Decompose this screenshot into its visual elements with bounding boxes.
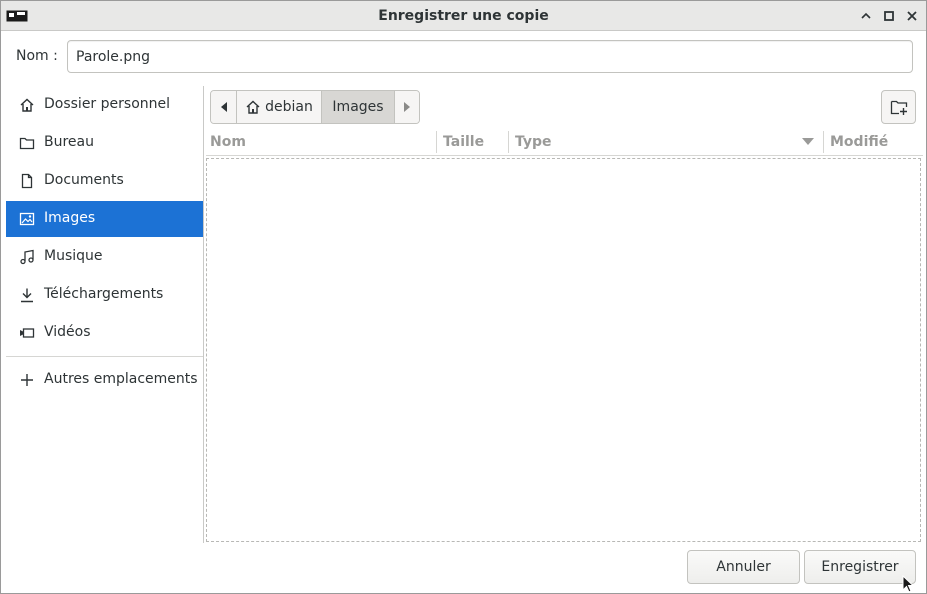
create-folder-button[interactable]: [881, 90, 916, 124]
sidebar-item-documents[interactable]: Documents: [6, 163, 203, 199]
title-bar[interactable]: Enregistrer une copie: [1, 1, 926, 31]
sidebar-divider: [6, 356, 203, 357]
sidebar-item-downloads[interactable]: Téléchargements: [6, 277, 203, 313]
sidebar-item-label: Téléchargements: [44, 286, 164, 302]
plus-icon: [21, 374, 33, 386]
sidebar-item-label: Dossier personnel: [44, 96, 171, 112]
column-header-size[interactable]: Taille: [443, 129, 484, 155]
path-segment-images[interactable]: Images: [322, 91, 395, 123]
path-segment-label: Images: [332, 99, 384, 115]
sidebar-item-other-locations[interactable]: Autres emplacements: [6, 362, 203, 398]
path-forward-button[interactable]: [395, 91, 419, 123]
column-header-type[interactable]: Type: [515, 129, 552, 155]
sidebar-item-label: Vidéos: [44, 324, 91, 340]
column-header-name[interactable]: Nom: [210, 129, 246, 155]
video-icon: [20, 328, 35, 338]
filename-input[interactable]: [67, 40, 913, 73]
places-sidebar: Dossier personnel Bureau Documents Image…: [6, 86, 203, 543]
file-list[interactable]: [206, 158, 921, 542]
folder-icon: [19, 137, 35, 150]
save-button[interactable]: Enregistrer: [804, 550, 916, 584]
sort-descending-icon[interactable]: [802, 138, 814, 146]
mouse-cursor-icon: [902, 575, 914, 593]
sidebar-item-label: Autres emplacements: [44, 371, 198, 387]
close-icon[interactable]: [904, 8, 920, 24]
chevron-left-icon: [220, 102, 227, 112]
sidebar-item-home[interactable]: Dossier personnel: [6, 87, 203, 123]
sidebar-item-music[interactable]: Musique: [6, 239, 203, 275]
name-label: Nom :: [16, 48, 58, 64]
maximize-icon[interactable]: [881, 8, 897, 24]
path-back-button[interactable]: [211, 91, 237, 123]
path-segment-home[interactable]: debian: [237, 91, 322, 123]
download-icon: [21, 288, 33, 303]
window-title: Enregistrer une copie: [378, 8, 549, 24]
save-dialog-window: Enregistrer une copie Nom : Dossier pers…: [0, 0, 927, 594]
chevron-right-icon: [404, 102, 410, 112]
path-bar: debian Images: [210, 90, 420, 124]
minimize-icon[interactable]: [858, 8, 874, 24]
sidebar-item-images[interactable]: Images: [6, 201, 203, 237]
column-separator[interactable]: [508, 131, 509, 153]
path-segment-label: debian: [265, 99, 313, 115]
folder-new-icon: [890, 100, 907, 115]
home-icon: [246, 100, 260, 114]
music-icon: [20, 249, 34, 265]
header-divider: [206, 155, 923, 156]
column-separator[interactable]: [436, 131, 437, 153]
sidebar-item-label: Documents: [44, 172, 124, 188]
sidebar-item-label: Bureau: [44, 134, 94, 150]
image-icon: [19, 212, 35, 226]
document-icon: [21, 173, 33, 189]
home-icon: [20, 98, 34, 112]
sidebar-item-label: Images: [44, 210, 96, 226]
cancel-button[interactable]: Annuler: [687, 550, 800, 584]
sidebar-border: [203, 86, 204, 543]
sidebar-item-label: Musique: [44, 248, 103, 264]
sidebar-item-videos[interactable]: Vidéos: [6, 315, 203, 351]
column-header-modified[interactable]: Modifié: [830, 129, 888, 155]
sidebar-item-desktop[interactable]: Bureau: [6, 125, 203, 161]
column-separator[interactable]: [823, 131, 824, 153]
